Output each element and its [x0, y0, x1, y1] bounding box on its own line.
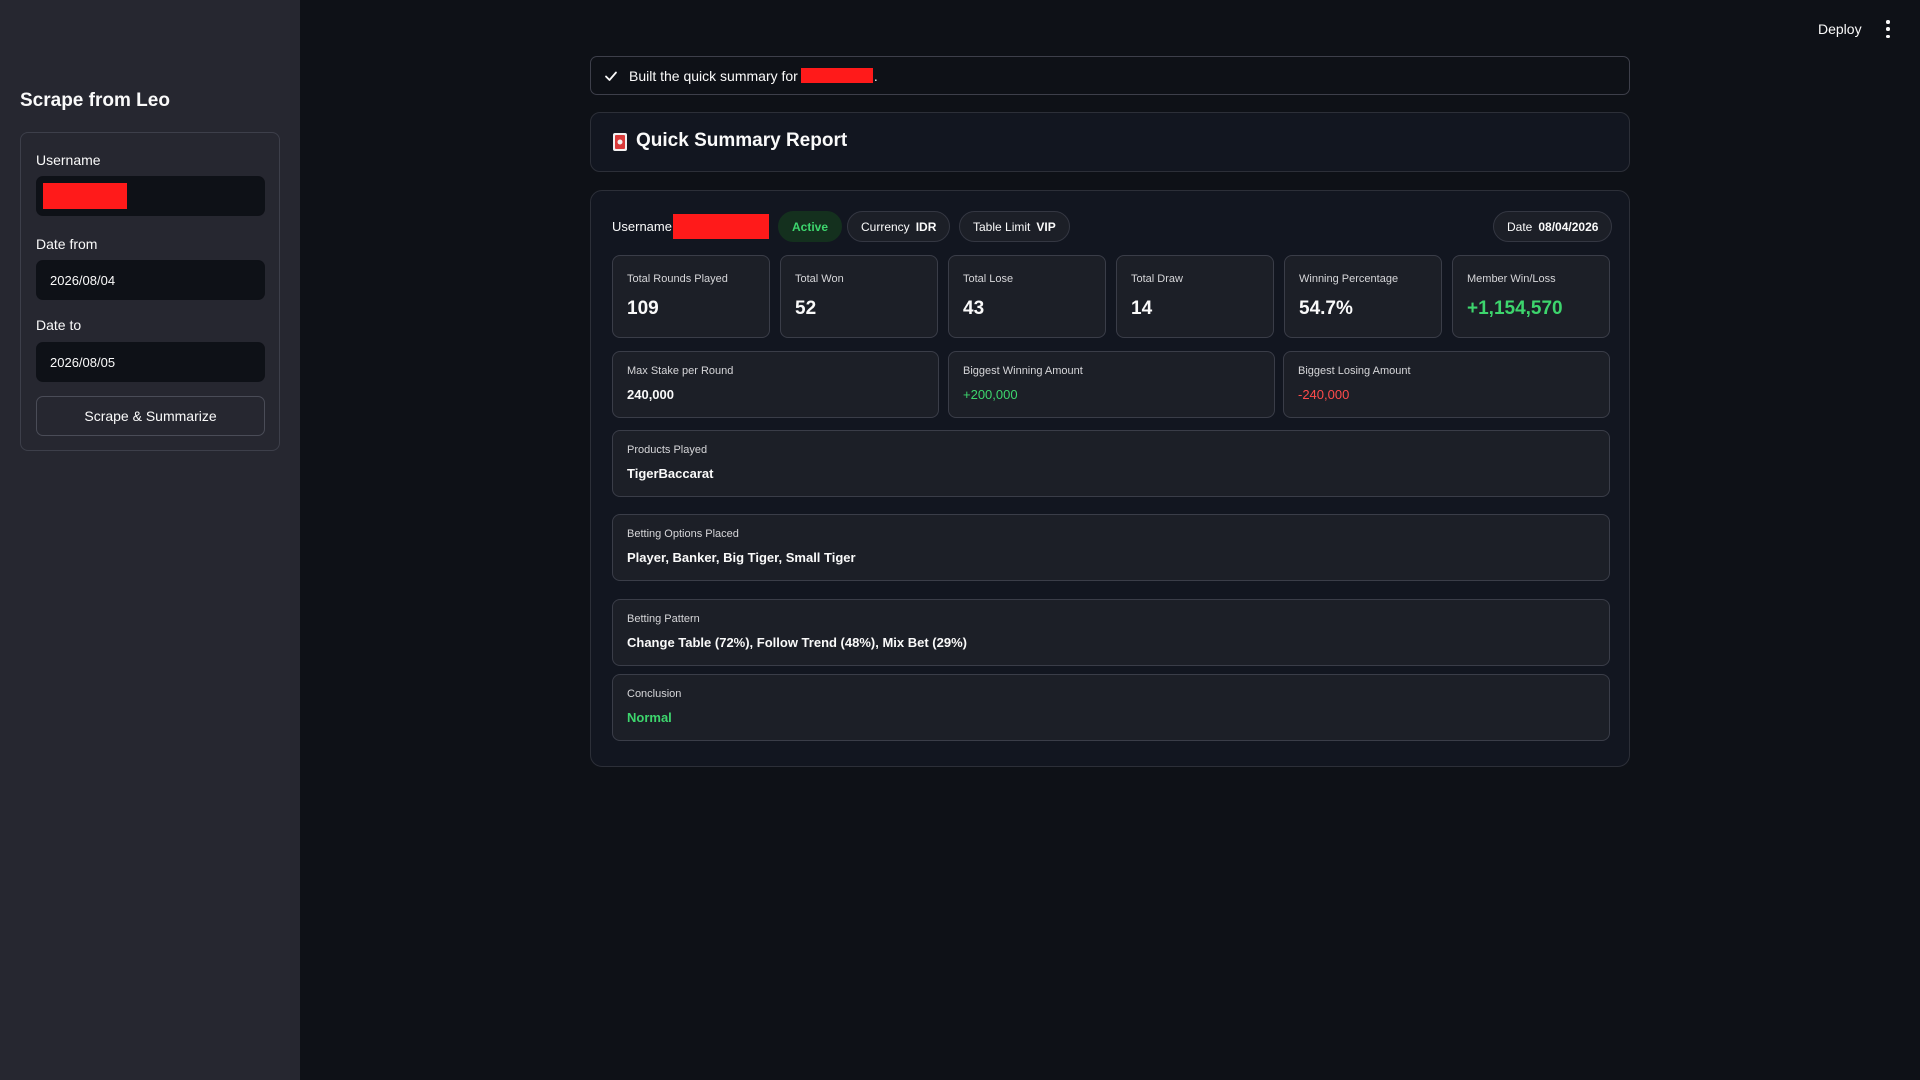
- stat-tile-total-rounds: Total Rounds Played 109: [612, 255, 770, 338]
- date-from-label: Date from: [36, 236, 98, 252]
- sidebar: Scrape from Leo Username Date from Date …: [0, 0, 300, 1080]
- report-card: Username: Active Currency IDR Table Limi…: [590, 190, 1630, 767]
- date-to-label: Date to: [36, 317, 82, 333]
- report-header: Quick Summary Report: [590, 112, 1630, 172]
- report-title: Quick Summary Report: [636, 130, 848, 151]
- toast-suffix: .: [873, 67, 878, 84]
- stat-tile-total-won: Total Won 52: [780, 255, 938, 338]
- betting-options-value: Player, Banker, Big Tiger, Small Tiger: [627, 550, 856, 565]
- amount-tile-biggest-loss: Biggest Losing Amount -240,000: [1283, 351, 1610, 418]
- stat-value: 109: [627, 298, 659, 319]
- check-icon: [605, 71, 617, 81]
- table-limit-value: VIP: [1036, 219, 1056, 234]
- stat-label: Member Win/Loss: [1467, 273, 1556, 285]
- products-played-tile: Products Played TigerBaccarat: [612, 430, 1610, 497]
- betting-options-tile: Betting Options Placed Player, Banker, B…: [612, 514, 1610, 581]
- deploy-button[interactable]: Deploy: [1818, 21, 1862, 37]
- table-limit-label: Table Limit: [973, 219, 1031, 234]
- date-label: Date: [1507, 219, 1533, 234]
- success-toast: Built the quick summary for .: [590, 56, 1630, 95]
- conclusion-label: Conclusion: [627, 688, 682, 700]
- sidebar-title: Scrape from Leo: [20, 90, 170, 111]
- scrape-form: Username Date from Date to Scrape & Summ…: [20, 132, 280, 451]
- products-value: TigerBaccarat: [627, 466, 714, 481]
- stat-tile-member-win-loss: Member Win/Loss +1,154,570: [1452, 255, 1610, 338]
- amount-label: Max Stake per Round: [627, 365, 734, 377]
- betting-pattern-value: Change Table (72%), Follow Trend (48%), …: [627, 635, 967, 650]
- scrape-summarize-button[interactable]: Scrape & Summarize: [36, 396, 265, 436]
- betting-pattern-label: Betting Pattern: [627, 613, 700, 625]
- status-badge: Active: [778, 211, 843, 242]
- stat-tile-winning-percentage: Winning Percentage 54.7%: [1284, 255, 1442, 338]
- date-to-input[interactable]: [36, 342, 265, 382]
- amount-label: Biggest Winning Amount: [963, 365, 1083, 377]
- amount-value: -240,000: [1298, 387, 1350, 402]
- betting-options-label: Betting Options Placed: [627, 528, 739, 540]
- currency-label: Currency: [861, 219, 910, 234]
- betting-pattern-tile: Betting Pattern Change Table (72%), Foll…: [612, 599, 1610, 666]
- table-limit-badge: Table Limit VIP: [959, 211, 1070, 242]
- conclusion-tile: Conclusion Normal: [612, 674, 1610, 741]
- conclusion-value: Normal: [627, 710, 672, 725]
- products-label: Products Played: [627, 444, 708, 456]
- amount-tile-max-stake: Max Stake per Round 240,000: [612, 351, 939, 418]
- amount-tile-biggest-win: Biggest Winning Amount +200,000: [948, 351, 1275, 418]
- more-menu-icon[interactable]: [1884, 20, 1892, 38]
- stat-value: 54.7%: [1299, 298, 1353, 319]
- toast-redaction: [800, 68, 873, 83]
- currency-badge: Currency IDR: [847, 211, 951, 242]
- amount-label: Biggest Losing Amount: [1298, 365, 1411, 377]
- currency-value: IDR: [915, 219, 937, 234]
- amount-value: +200,000: [963, 387, 1018, 402]
- stat-label: Total Rounds Played: [627, 273, 728, 285]
- amount-value: 240,000: [627, 387, 674, 402]
- stat-value: 52: [795, 298, 817, 319]
- date-value: 08/04/2026: [1538, 219, 1599, 234]
- username-redaction: [43, 183, 127, 209]
- toast-text: Built the quick summary for: [629, 67, 798, 84]
- username-label: Username: [36, 152, 101, 168]
- date-badge: Date 08/04/2026: [1493, 211, 1613, 242]
- stat-tile-total-lose: Total Lose 43: [948, 255, 1106, 338]
- stat-value: +1,154,570: [1467, 298, 1563, 319]
- stat-label: Total Won: [795, 273, 844, 285]
- stat-label: Winning Percentage: [1299, 273, 1399, 285]
- report-username-redaction: [673, 214, 769, 239]
- stat-tile-total-draw: Total Draw 14: [1116, 255, 1274, 338]
- stat-label: Total Draw: [1131, 273, 1183, 285]
- stat-label: Total Lose: [963, 273, 1014, 285]
- stat-value: 43: [963, 298, 985, 319]
- report-username-label: Username:: [612, 219, 676, 234]
- stat-value: 14: [1131, 298, 1153, 319]
- date-from-input[interactable]: [36, 260, 265, 300]
- app-root: Scrape from Leo Username Date from Date …: [0, 0, 1920, 1080]
- playing-card-icon: [613, 133, 627, 151]
